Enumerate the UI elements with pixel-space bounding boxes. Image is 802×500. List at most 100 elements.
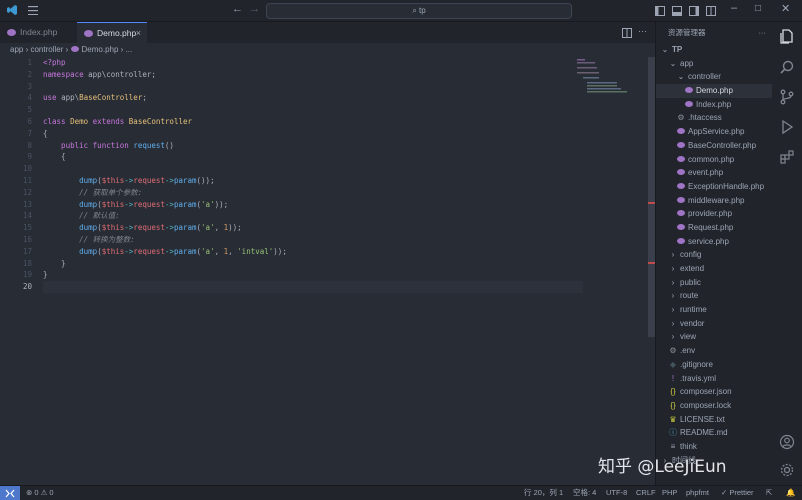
code-line[interactable]: // 默认值:	[43, 210, 583, 222]
tree-item[interactable]: ⌄ controller	[656, 70, 772, 84]
code-line[interactable]: {	[43, 128, 583, 140]
code-editor[interactable]: 1 2 3 4 5 6 7 8 9 10 11 12 13 14 15 16 17 18 19 20 <?php nam…	[0, 57, 655, 485]
breadcrumb-symbol[interactable]: ...	[126, 45, 133, 54]
code-area[interactable]: <?php namespace app\controller; use app\Ba…	[43, 57, 583, 293]
code-line[interactable]	[43, 104, 583, 116]
extensions-icon[interactable]	[779, 149, 795, 165]
split-editor-icon[interactable]	[622, 28, 632, 38]
cursor-position[interactable]: 行 20，列 1	[524, 486, 563, 500]
tree-item[interactable]: provider.php	[656, 207, 772, 221]
tree-item[interactable]: › extend	[656, 262, 772, 276]
tab-index-php[interactable]: Index.php	[0, 22, 77, 43]
tree-item[interactable]: service.php	[656, 235, 772, 249]
feedback-icon[interactable]: ⇱	[766, 486, 772, 500]
settings-gear-icon[interactable]	[779, 462, 795, 478]
tree-item[interactable]: › public	[656, 276, 772, 290]
tree-item[interactable]: {} composer.json	[656, 385, 772, 399]
code-line[interactable]	[43, 281, 583, 293]
toggle-secondary-sidebar-icon[interactable]	[689, 6, 699, 16]
tree-item[interactable]: ⌄ TP	[656, 43, 772, 57]
code-line[interactable]: <?php	[43, 57, 583, 69]
notifications-bell-icon[interactable]: 🔔	[786, 486, 795, 500]
back-arrow-icon[interactable]: ←	[232, 3, 243, 15]
code-line[interactable]: dump($this->request->param());	[43, 175, 583, 187]
code-line[interactable]: {	[43, 151, 583, 163]
close-window-icon[interactable]: ✕	[781, 2, 790, 15]
code-line[interactable]	[43, 163, 583, 175]
remote-indicator[interactable]	[0, 486, 20, 500]
breadcrumb-file[interactable]: Demo.php	[82, 45, 119, 54]
tree-item[interactable]: › view	[656, 330, 772, 344]
line-number: 12	[22, 187, 32, 197]
language-mode[interactable]: PHP	[662, 486, 677, 500]
code-line[interactable]: dump($this->request->param('a', 1));	[43, 222, 583, 234]
code-line[interactable]: public function request()	[43, 140, 583, 152]
code-line[interactable]: }	[43, 269, 583, 281]
tree-item[interactable]: {} composer.lock	[656, 399, 772, 413]
source-control-icon[interactable]	[779, 89, 795, 105]
search-icon[interactable]	[779, 59, 795, 75]
tree-item[interactable]: ! .travis.yml	[656, 372, 772, 386]
indentation[interactable]: 空格: 4	[573, 486, 596, 500]
tab-demo-php[interactable]: Demo.php ×	[77, 22, 147, 43]
prettier-status[interactable]: ✓ Prettier	[721, 486, 754, 500]
tree-item[interactable]: › config	[656, 248, 772, 262]
line-number: 17	[22, 246, 32, 256]
run-debug-icon[interactable]	[779, 119, 795, 135]
tree-item[interactable]: ⌄ app	[656, 57, 772, 71]
problems-indicator[interactable]: ⊗ 0 ⚠ 0	[26, 486, 54, 500]
tree-item[interactable]: ♛ LICENSE.txt	[656, 413, 772, 427]
vertical-scrollbar[interactable]	[648, 57, 655, 337]
encoding[interactable]: UTF-8	[606, 486, 627, 500]
formatter[interactable]: phpfmt	[686, 486, 709, 500]
tree-item[interactable]: event.php	[656, 166, 772, 180]
tree-item[interactable]: middleware.php	[656, 194, 772, 208]
toggle-sidebar-icon[interactable]	[655, 6, 665, 16]
more-actions-icon[interactable]: ···	[638, 26, 647, 36]
tree-item[interactable]: Index.php	[656, 98, 772, 112]
explorer-icon[interactable]	[779, 28, 795, 44]
minimize-icon[interactable]: –	[731, 2, 737, 14]
code-line[interactable]: namespace app\controller;	[43, 69, 583, 81]
menu-icon[interactable]	[28, 6, 38, 15]
maximize-icon[interactable]: □	[755, 3, 761, 14]
tree-item[interactable]: › runtime	[656, 303, 772, 317]
code-line[interactable]: }	[43, 258, 583, 270]
tree-item[interactable]: ⚙ .env	[656, 344, 772, 358]
code-token: dump	[79, 175, 98, 185]
code-line[interactable]: dump($this->request->param('a'));	[43, 199, 583, 211]
toggle-panel-icon[interactable]	[672, 6, 682, 16]
tree-item[interactable]: ⚙ .htaccess	[656, 111, 772, 125]
code-line[interactable]: // 获取单个参数:	[43, 187, 583, 199]
code-token: {	[43, 128, 48, 138]
tree-item[interactable]: › vendor	[656, 317, 772, 331]
breadcrumb-controller[interactable]: controller	[30, 45, 63, 54]
code-line[interactable]: class Demo extends BaseController	[43, 116, 583, 128]
code-line[interactable]: // 转换为整数:	[43, 234, 583, 246]
customize-layout-icon[interactable]	[706, 6, 716, 16]
tree-item[interactable]: › route	[656, 289, 772, 303]
tree-item[interactable]: ExceptionHandle.php	[656, 180, 772, 194]
minimap[interactable]	[577, 57, 637, 97]
command-center-search[interactable]: ⌕ tp	[266, 3, 572, 19]
tree-item[interactable]: Demo.php	[656, 84, 772, 98]
tree-item[interactable]: ⓘ README.md	[656, 426, 772, 440]
breadcrumb-app[interactable]: app	[10, 45, 23, 54]
code-line[interactable]: dump($this->request->param('a', 1, 'intv…	[43, 246, 583, 258]
tree-item[interactable]: common.php	[656, 153, 772, 167]
code-token: $this	[101, 199, 125, 209]
close-tab-icon[interactable]: ×	[136, 23, 141, 44]
forward-arrow-icon[interactable]: →	[249, 3, 260, 15]
explorer-more-icon[interactable]: ···	[759, 22, 767, 43]
code-token: dump	[79, 199, 98, 209]
tree-item[interactable]: ◆ .gitignore	[656, 358, 772, 372]
tree-item[interactable]: BaseController.php	[656, 139, 772, 153]
end-of-line[interactable]: CRLF	[636, 486, 656, 500]
account-icon[interactable]	[779, 434, 795, 450]
tree-item[interactable]: AppService.php	[656, 125, 772, 139]
code-token: ,	[214, 246, 224, 256]
code-line[interactable]: use app\BaseController;	[43, 92, 583, 104]
code-line[interactable]	[43, 81, 583, 93]
code-token: ;	[151, 69, 156, 79]
tree-item[interactable]: Request.php	[656, 221, 772, 235]
